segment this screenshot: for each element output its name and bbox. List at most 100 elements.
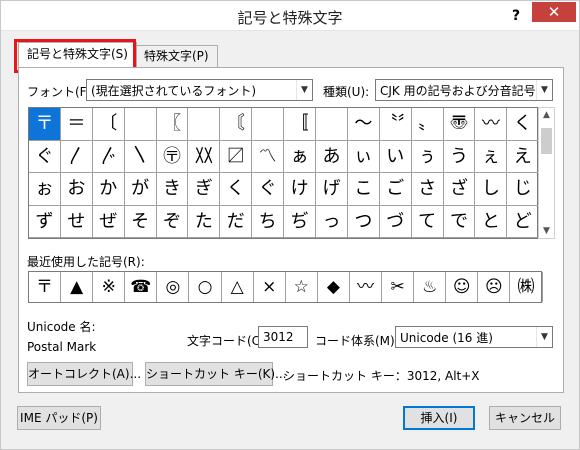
symbol-cell[interactable]: か: [92, 173, 125, 206]
symbol-cell[interactable]: ど: [507, 205, 540, 238]
symbol-cell[interactable]: あ: [316, 140, 348, 173]
recent-symbol-cell[interactable]: 〰: [350, 272, 383, 302]
symbol-cell[interactable]: ち: [252, 205, 285, 238]
autocorrect-button[interactable]: オートコレクト(A)...: [27, 362, 141, 386]
symbol-cell[interactable]: 〽: [252, 140, 285, 173]
insert-button[interactable]: 挿入(I): [403, 406, 475, 430]
symbol-cell[interactable]: お: [60, 173, 93, 206]
symbol-cell[interactable]: [252, 108, 285, 141]
symbol-cell[interactable]: ぁ: [284, 140, 317, 173]
recent-symbol-cell[interactable]: ▲: [61, 272, 94, 302]
symbol-cell[interactable]: ご: [379, 173, 412, 206]
symbol-cell[interactable]: 〒: [29, 108, 61, 141]
font-dropdown[interactable]: (現在選択されているフォント) ▼: [86, 79, 313, 101]
ime-pad-button[interactable]: IME パッド(P): [17, 406, 101, 430]
symbol-cell[interactable]: づ: [379, 205, 412, 238]
symbol-cell[interactable]: 〖 〗: [156, 108, 189, 141]
recent-symbol-cell[interactable]: ♨: [414, 272, 447, 302]
symbol-cell[interactable]: い: [379, 140, 412, 173]
symbol-grid-scrollbar[interactable]: ▲ ▼: [538, 107, 555, 239]
recent-symbol-cell[interactable]: ※: [93, 272, 126, 302]
symbol-cell[interactable]: ぉ: [29, 173, 61, 206]
symbol-cell[interactable]: こ: [347, 173, 380, 206]
recent-symbol-cell[interactable]: ☹: [478, 272, 511, 302]
symbol-cell[interactable]: さ: [411, 173, 444, 206]
symbol-cell[interactable]: ぜ: [92, 205, 125, 238]
symbol-cell[interactable]: ぐ: [252, 173, 285, 206]
symbol-cell[interactable]: し: [475, 173, 508, 206]
symbol-cell[interactable]: き: [156, 173, 189, 206]
recent-symbol-cell[interactable]: ◎: [157, 272, 190, 302]
tab-special-characters[interactable]: 特殊文字(P): [135, 45, 218, 67]
symbol-cell[interactable]: ぎ: [188, 173, 221, 206]
recent-symbol-cell[interactable]: ☆: [286, 272, 318, 302]
subset-dropdown[interactable]: CJK 用の記号および分音記号 ▼: [375, 79, 553, 101]
symbol-cell[interactable]: ざ: [443, 173, 476, 206]
recent-symbol-cell[interactable]: ☺: [446, 272, 479, 302]
symbol-cell[interactable]: 〼: [220, 140, 253, 173]
symbol-cell[interactable]: け: [284, 173, 317, 206]
symbol-cell[interactable]: [316, 108, 348, 141]
symbol-cell[interactable]: 〚 〛: [284, 108, 317, 141]
symbol-cell[interactable]: 〴: [92, 140, 125, 173]
symbol-cell[interactable]: が: [124, 173, 157, 206]
scroll-down-icon[interactable]: ▼: [539, 226, 554, 236]
recent-symbols-row[interactable]: 〒 ▲ ※ ☎ ◎ ○ △ × ☆ ◆ 〰 ✂ ♨ ☺ ☹ ㈱: [28, 271, 543, 303]
symbol-cell[interactable]: [124, 108, 157, 141]
symbol-cell[interactable]: 〷: [188, 140, 221, 173]
symbol-cell[interactable]: ＝: [60, 108, 93, 141]
symbol-cell[interactable]: く: [507, 108, 540, 141]
shortcut-key-button[interactable]: ショートカット キー(K)...: [145, 362, 287, 386]
symbol-cell[interactable]: 〠: [443, 108, 476, 141]
shortcut-info-text: ショートカット キー：3012, Alt+X: [283, 369, 480, 383]
scroll-thumb[interactable]: [541, 128, 552, 154]
symbol-cell[interactable]: 〳: [60, 140, 93, 173]
recent-symbol-cell[interactable]: ✂: [382, 272, 415, 302]
symbol-cell[interactable]: っ: [316, 205, 348, 238]
symbol-cell[interactable]: じ: [507, 173, 540, 206]
symbol-cell[interactable]: く: [220, 173, 253, 206]
symbol-cell[interactable]: た: [188, 205, 221, 238]
symbol-cell[interactable]: う: [443, 140, 476, 173]
recent-symbol-cell[interactable]: ☎: [125, 272, 158, 302]
symbol-cell[interactable]: 〔 〕: [92, 108, 125, 141]
symbol-cell[interactable]: ぇ: [475, 140, 508, 173]
symbol-cell[interactable]: ぢ: [284, 205, 317, 238]
recent-symbol-cell[interactable]: ㈱: [510, 272, 543, 302]
recent-symbol-cell[interactable]: ◆: [318, 272, 350, 302]
symbol-cell[interactable]: げ: [316, 173, 348, 206]
symbol-cell[interactable]: ぃ: [347, 140, 380, 173]
recent-symbol-cell[interactable]: ○: [189, 272, 222, 302]
char-code-input[interactable]: 3012: [258, 326, 308, 348]
symbol-cell[interactable]: 〟: [411, 108, 444, 141]
symbol-cell[interactable]: 〘 〙: [220, 108, 253, 141]
symbol-cell[interactable]: て: [411, 205, 444, 238]
symbol-cell[interactable]: ぞ: [156, 205, 189, 238]
symbol-cell[interactable]: え: [507, 140, 540, 173]
symbol-grid[interactable]: 〒＝〔 〕〖 〗〘 〙〚 〛〜〝〞〟〠〰くぐ〳〴〵〶〷〼〽ぁあぃいぅうぇえぉおか…: [28, 107, 540, 239]
tab-symbols[interactable]: 記号と特殊文字(S): [18, 42, 137, 68]
symbol-cell[interactable]: ず: [29, 205, 61, 238]
symbol-cell[interactable]: だ: [220, 205, 253, 238]
symbol-cell[interactable]: で: [443, 205, 476, 238]
symbol-cell[interactable]: 〵: [124, 140, 157, 173]
symbol-cell[interactable]: 〜: [347, 108, 380, 141]
help-button[interactable]: ?: [505, 5, 527, 27]
scroll-up-icon[interactable]: ▲: [539, 110, 554, 120]
cancel-button[interactable]: キャンセル: [489, 406, 561, 430]
symbol-cell[interactable]: 〰: [475, 108, 508, 141]
symbol-cell[interactable]: と: [475, 205, 508, 238]
symbol-cell[interactable]: そ: [124, 205, 157, 238]
recent-symbol-cell[interactable]: ×: [254, 272, 286, 302]
close-button[interactable]: ✕: [532, 2, 576, 22]
code-system-dropdown[interactable]: Unicode (16 進) ▼: [395, 326, 553, 348]
symbol-cell[interactable]: 〝〞: [379, 108, 412, 141]
symbol-cell[interactable]: ぅ: [411, 140, 444, 173]
symbol-cell[interactable]: せ: [60, 205, 93, 238]
recent-symbol-cell[interactable]: 〒: [29, 272, 62, 302]
symbol-cell[interactable]: ぐ: [29, 140, 61, 173]
recent-symbol-cell[interactable]: △: [222, 272, 254, 302]
symbol-cell[interactable]: 〶: [156, 140, 189, 173]
symbol-cell[interactable]: [188, 108, 221, 141]
symbol-cell[interactable]: つ: [347, 205, 380, 238]
